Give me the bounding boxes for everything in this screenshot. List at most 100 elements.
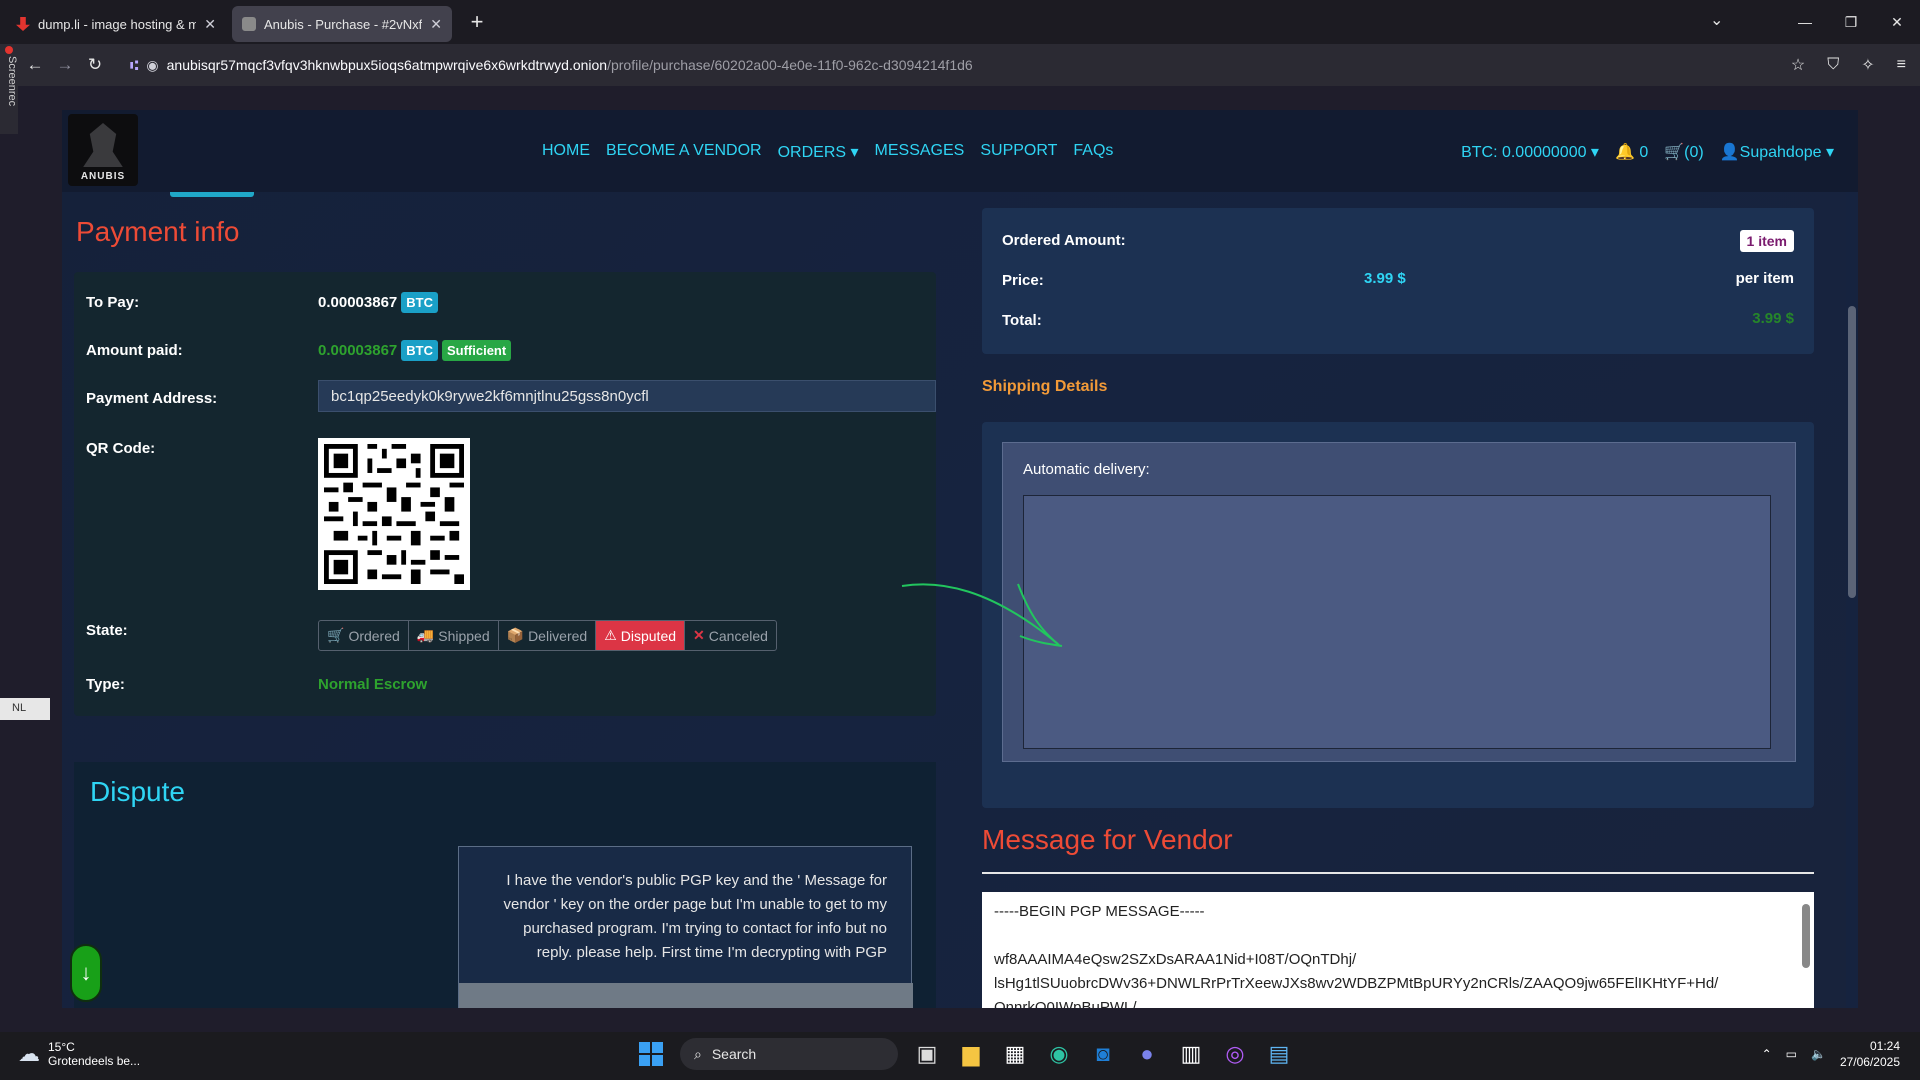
package-icon: 📦 [506,627,525,643]
cloud-sun-icon: ☁ [18,1041,40,1066]
payment-address-input[interactable] [318,380,936,412]
state-label-text: Disputed [620,627,677,644]
language-badge[interactable]: NL [0,698,50,720]
dispute-title: Dispute [90,776,185,807]
file-explorer-icon[interactable]: ▆ [956,1039,986,1069]
automatic-delivery-panel: Automatic delivery: [1002,442,1796,762]
page-scrollbar[interactable] [1846,192,1858,1008]
pgp-line: wf8AAAIMA4eQsw2SZxDsARAA1Nid+I08T/OQnTDh… [994,951,1357,968]
edge-icon[interactable]: ◉ [1044,1039,1074,1069]
close-icon[interactable]: ✕ [430,16,442,33]
date: 27/06/2025 [1839,1055,1900,1069]
address-bar[interactable]: ⑆ ◉ anubisqr57mqcf3vfqv3hknwbpux5ioqs6at… [120,48,1770,82]
time: 01:24 [1869,1039,1900,1053]
weather-widget[interactable]: ☁ 15°C Grotendeels be... [18,1040,140,1068]
outlook-icon[interactable]: ◙ [1088,1039,1118,1069]
scrollbar-thumb[interactable] [1848,306,1856,598]
close-window-icon[interactable]: ✕ [1874,14,1920,31]
store-icon[interactable]: ▦ [1000,1039,1030,1069]
btc-balance[interactable]: BTC: 0.00000000 ▾ [1461,142,1599,162]
tor-browser-icon[interactable]: ◎ [1220,1039,1250,1069]
forward-icon[interactable]: → [50,55,80,75]
state-label-text: Canceled [708,627,768,644]
scroll-down-button[interactable]: ↓ [70,944,102,1002]
menu-icon[interactable]: ≡ [1897,56,1906,74]
lock-icon[interactable]: ◉ [146,57,158,74]
to-pay-label: To Pay: [86,294,140,311]
tab-title: Anubis - Purchase - #2vNxfVM [264,16,423,32]
logo-text: ANUBIS [80,171,126,182]
site-page: ANUBIS HOME BECOME A VENDOR ORDERS ▾ MES… [62,110,1858,1008]
automatic-delivery-textarea[interactable] [1023,495,1771,749]
volume-icon[interactable]: 🔈 [1811,1047,1826,1061]
back-icon[interactable]: ← [20,55,50,75]
order-summary-card: Ordered Amount: 1 item Price: 3.99 $ per… [982,208,1814,354]
notepad-icon[interactable]: ▤ [1264,1039,1294,1069]
textarea-scrollbar[interactable] [1802,904,1810,968]
anubis-logo[interactable]: ANUBIS [68,114,138,186]
state-shipped: 🚚 Shipped [409,621,499,650]
url-host: anubisqr57mqcf3vfqv3hknwbpux5ioqs6atmpwr… [166,57,608,73]
menu-home[interactable]: HOME [542,142,590,162]
notification-count: 0 [1639,144,1649,161]
shield-icon[interactable]: ⛉ [1827,56,1839,74]
browser-tabbar: dump.li - image hosting & mar ✕ Anubis -… [0,0,1920,44]
menu-messages[interactable]: MESSAGES [875,142,965,162]
audio-app-icon[interactable]: ▥ [1176,1039,1206,1069]
sufficient-badge: Sufficient [441,340,512,361]
green-arrow-annotation [901,583,1063,647]
shipping-card: Automatic delivery: [982,422,1814,808]
search-label: Search [711,1046,757,1062]
message-for-vendor-title: Message for Vendor [982,824,1233,855]
automatic-delivery-label: Automatic delivery: [1023,461,1150,478]
per-item-label: per item [1735,270,1794,287]
to-pay-value: 0.00003867 [318,294,398,311]
chevron-up-icon[interactable]: ⌃ [1762,1047,1772,1061]
main-menu: HOME BECOME A VENDOR ORDERS ▾ MESSAGES S… [542,142,1113,162]
cart-icon: 🛒 [327,627,345,643]
menu-become-vendor[interactable]: BECOME A VENDOR [606,142,762,162]
amount-paid-value: 0.00003867 [318,342,398,359]
qr-code [318,438,470,590]
task-view-icon[interactable]: ▣ [912,1039,942,1069]
menu-orders[interactable]: ORDERS ▾ [778,142,859,162]
total-value: 3.99 $ [1752,310,1794,327]
weather-text: Grotendeels be... [48,1054,141,1068]
bell-icon: 🔔 [1614,144,1635,161]
x-icon: ✕ [693,627,705,643]
notifications[interactable]: 🔔 0 [1615,142,1648,162]
restore-icon[interactable]: ❐ [1828,14,1874,31]
state-label-text: Shipped [438,627,490,644]
clock[interactable]: 01:24 27/06/2025 [1840,1038,1900,1070]
arrow-down-icon: ↓ [80,960,92,985]
pgp-line [994,924,1802,948]
teams-icon[interactable]: ● [1132,1039,1162,1069]
tab-dump[interactable]: dump.li - image hosting & mar ✕ [6,6,226,42]
menu-support[interactable]: SUPPORT [980,142,1057,162]
tab-title: dump.li - image hosting & mar [38,16,197,32]
cart[interactable]: 🛒(0) [1664,142,1703,162]
state-label-text: Delivered [528,627,588,644]
payment-info-title: Payment info [76,216,240,247]
menu-faqs[interactable]: FAQs [1073,142,1113,162]
tor-circuit-icon[interactable]: ⑆ [130,57,138,73]
cart-icon: 🛒 [1664,144,1685,161]
reload-icon[interactable]: ↻ [80,55,110,75]
close-icon[interactable]: ✕ [204,16,216,33]
taskbar-search[interactable]: ⌕ Search [680,1038,898,1070]
type-value: Normal Escrow [318,676,428,693]
windows-start-icon[interactable] [636,1039,666,1069]
record-dot-icon [5,46,13,54]
new-tab-icon[interactable]: + [462,9,492,35]
username: Supahdope ▾ [1739,144,1834,161]
new-identity-icon[interactable]: ✧ [1861,55,1874,75]
network-icon[interactable]: ▭ [1786,1047,1797,1061]
tab-anubis[interactable]: Anubis - Purchase - #2vNxfVM ✕ [232,6,452,42]
screenrec-widget[interactable]: Screenrec [0,44,18,134]
pgp-message-textarea[interactable]: -----BEGIN PGP MESSAGE----- wf8AAAIMA4eQ… [982,892,1814,1008]
shipping-details-title: Shipping Details [982,378,1108,395]
minimize-icon[interactable]: — [1782,14,1828,30]
user-menu[interactable]: 👤Supahdope ▾ [1720,142,1834,162]
list-all-tabs-icon[interactable]: ⌄ [1710,10,1723,30]
bookmark-star-icon[interactable]: ☆ [1791,55,1805,75]
